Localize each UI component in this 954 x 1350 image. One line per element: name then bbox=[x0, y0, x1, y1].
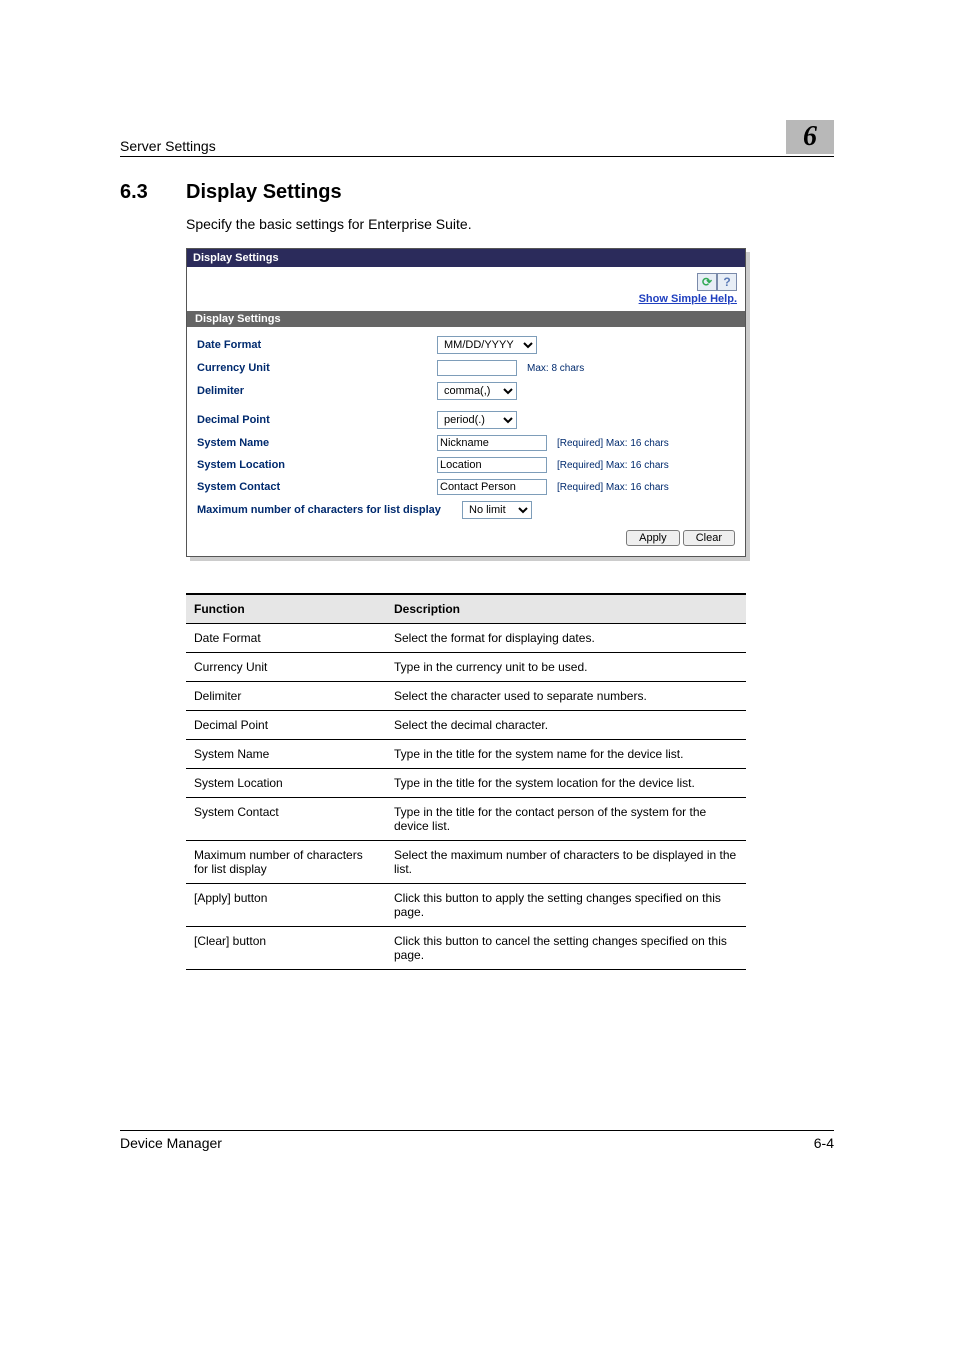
page-footer: Device Manager 6-4 bbox=[120, 1130, 834, 1151]
delimiter-label: Delimiter bbox=[187, 385, 437, 397]
table-row: Currency UnitType in the currency unit t… bbox=[186, 653, 746, 682]
footer-right: 6-4 bbox=[814, 1135, 834, 1151]
max-chars-select[interactable]: No limit bbox=[462, 501, 532, 519]
table-row: [Clear] buttonClick this button to cance… bbox=[186, 927, 746, 970]
table-row: [Apply] buttonClick this button to apply… bbox=[186, 884, 746, 927]
section-heading: 6.3 Display Settings bbox=[120, 181, 834, 204]
th-description: Description bbox=[386, 594, 746, 624]
system-name-note: [Required] Max: 16 chars bbox=[557, 438, 669, 449]
system-name-label: System Name bbox=[187, 437, 437, 449]
currency-note: Max: 8 chars bbox=[527, 363, 584, 374]
table-row: System LocationType in the title for the… bbox=[186, 769, 746, 798]
section-number: 6.3 bbox=[120, 181, 160, 204]
currency-unit-input[interactable] bbox=[437, 360, 517, 376]
system-contact-label: System Contact bbox=[187, 481, 437, 493]
table-row: Date FormatSelect the format for display… bbox=[186, 624, 746, 653]
help-icon[interactable]: ? bbox=[717, 273, 737, 291]
apply-button[interactable]: Apply bbox=[626, 530, 680, 546]
system-name-input[interactable] bbox=[437, 435, 547, 451]
settings-section-header: Display Settings bbox=[187, 311, 745, 327]
table-row: Decimal PointSelect the decimal characte… bbox=[186, 711, 746, 740]
system-contact-input[interactable] bbox=[437, 479, 547, 495]
th-function: Function bbox=[186, 594, 386, 624]
table-row: System ContactType in the title for the … bbox=[186, 798, 746, 841]
table-row: System NameType in the title for the sys… bbox=[186, 740, 746, 769]
decimal-point-select[interactable]: period(.) bbox=[437, 411, 517, 429]
system-location-note: [Required] Max: 16 chars bbox=[557, 460, 669, 471]
chapter-number: 6 bbox=[786, 120, 834, 154]
page-header: Server Settings 6 bbox=[120, 120, 834, 157]
show-simple-help-link[interactable]: Show Simple Help. bbox=[639, 293, 737, 305]
header-section: Server Settings bbox=[120, 138, 216, 154]
system-contact-note: [Required] Max: 16 chars bbox=[557, 482, 669, 493]
description-table: Function Description Date FormatSelect t… bbox=[186, 593, 746, 970]
currency-unit-label: Currency Unit bbox=[187, 362, 437, 374]
screenshot-panel: Display Settings ⟳ ? Show Simple Help. D… bbox=[186, 248, 746, 557]
panel-title: Display Settings bbox=[187, 249, 745, 267]
date-format-select[interactable]: MM/DD/YYYY bbox=[437, 336, 537, 354]
refresh-icon[interactable]: ⟳ bbox=[697, 273, 717, 291]
system-location-input[interactable] bbox=[437, 457, 547, 473]
system-location-label: System Location bbox=[187, 459, 437, 471]
footer-left: Device Manager bbox=[120, 1135, 222, 1151]
clear-button[interactable]: Clear bbox=[683, 530, 735, 546]
section-intro: Specify the basic settings for Enterpris… bbox=[186, 216, 834, 232]
section-title: Display Settings bbox=[186, 181, 342, 204]
date-format-label: Date Format bbox=[187, 339, 437, 351]
table-row: Maximum number of characters for list di… bbox=[186, 841, 746, 884]
decimal-point-label: Decimal Point bbox=[187, 414, 437, 426]
table-row: DelimiterSelect the character used to se… bbox=[186, 682, 746, 711]
delimiter-select[interactable]: comma(,) bbox=[437, 382, 517, 400]
max-chars-label: Maximum number of characters for list di… bbox=[187, 504, 462, 516]
